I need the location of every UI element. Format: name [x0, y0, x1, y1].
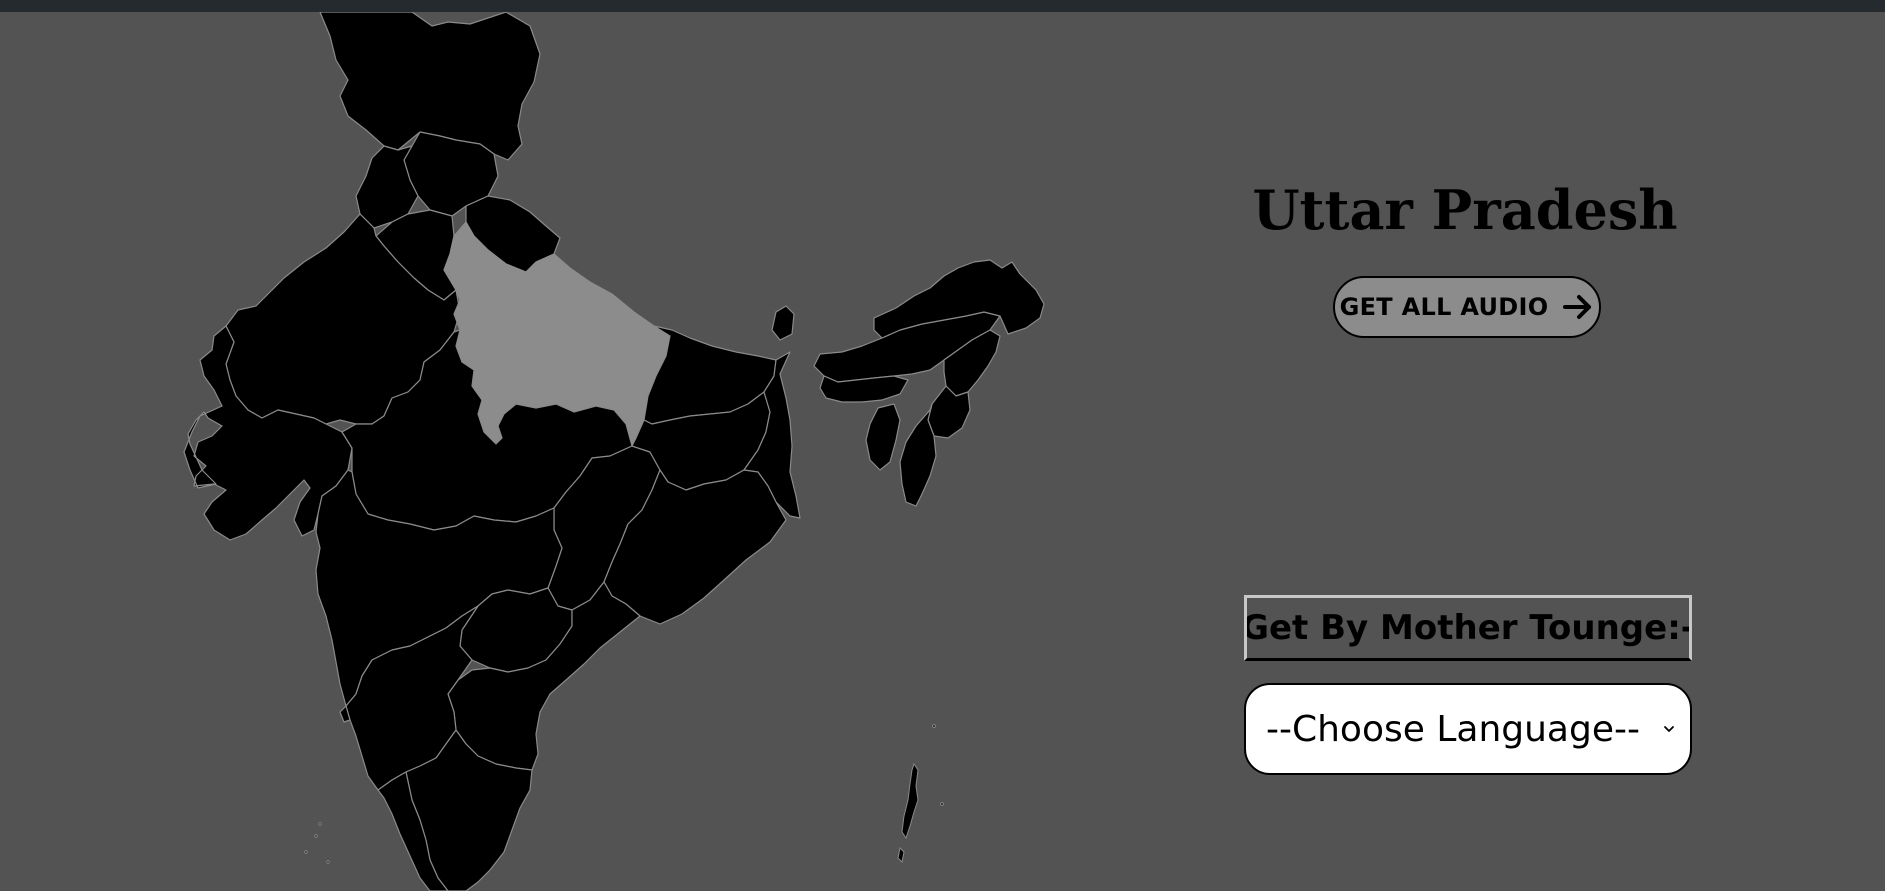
island-dot [940, 802, 944, 806]
state-title: Uttar Pradesh [1252, 178, 1678, 242]
get-all-audio-button[interactable]: GET ALL AUDIO [1333, 276, 1601, 338]
state-tripura[interactable] [865, 403, 901, 471]
nicobar-island [897, 846, 905, 864]
arrow-right-icon [1562, 292, 1594, 322]
lakshadweep-dot [326, 860, 330, 864]
get-all-audio-label: GET ALL AUDIO [1339, 293, 1549, 321]
language-select-value: --Choose Language-- [1266, 708, 1640, 750]
lakshadweep-dot [318, 822, 322, 826]
state-manipur[interactable] [927, 385, 971, 439]
island-dot [932, 724, 936, 728]
state-meghalaya[interactable] [819, 375, 909, 403]
mother-tongue-label: Get By Mother Tounge:- [1244, 595, 1692, 661]
andaman-islands [901, 762, 919, 840]
lakshadweep-dot [314, 834, 318, 838]
state-sikkim[interactable] [771, 305, 795, 341]
lakshadweep-dot [304, 850, 308, 854]
language-select[interactable]: --Choose Language-- [1244, 683, 1692, 775]
india-map[interactable] [0, 12, 1060, 891]
chevron-down-icon [1654, 724, 1684, 734]
browser-top-bar [0, 0, 1885, 12]
